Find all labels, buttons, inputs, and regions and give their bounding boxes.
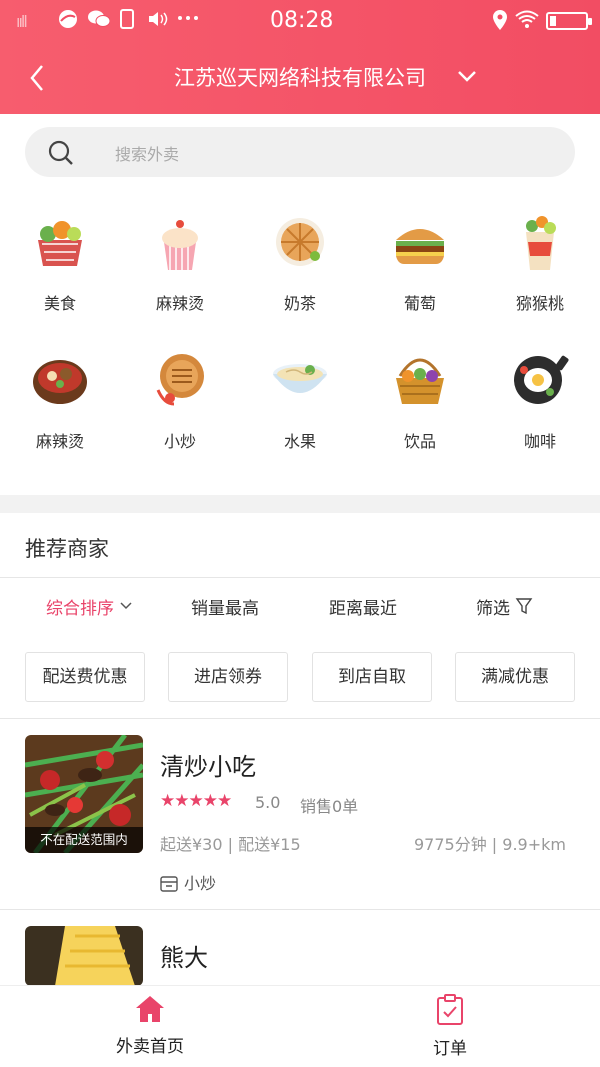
- divider: [0, 577, 600, 578]
- status-time: 08:28: [270, 8, 334, 33]
- chip-pickup[interactable]: 到店自取: [312, 652, 432, 702]
- store-icon: [160, 876, 178, 892]
- status-bar: ııll 08:28: [0, 0, 600, 40]
- burger-icon: [390, 212, 450, 272]
- delivery-fees: 起送¥30 | 配送¥15: [160, 835, 301, 854]
- cupcake-icon: [150, 212, 210, 272]
- category-item-grape[interactable]: 葡萄: [360, 212, 480, 314]
- shop-category: 小炒: [160, 870, 216, 894]
- noodle-bowl-icon: [270, 350, 330, 410]
- tab-home[interactable]: 外卖首页: [90, 994, 210, 1057]
- more-icon: [176, 6, 200, 31]
- clipboard-check-icon: [437, 994, 463, 1025]
- rating-stars: ★★★★★: [160, 791, 232, 811]
- home-icon: [136, 996, 164, 1022]
- sort-distance[interactable]: 距离最近: [329, 594, 397, 619]
- category-item-coffee[interactable]: 咖啡: [480, 350, 600, 452]
- fried-egg-pan-icon: [510, 350, 570, 410]
- search-placeholder: 搜索外卖: [115, 145, 180, 164]
- shop-image: 不在配送范围内: [25, 735, 143, 853]
- pie-icon: [150, 350, 210, 410]
- chevron-down-icon[interactable]: [455, 66, 479, 86]
- sales-count: 销售0单: [300, 797, 359, 816]
- sort-sales[interactable]: 销量最高: [191, 594, 259, 619]
- filter-icon: [516, 598, 533, 615]
- category-item-milktea[interactable]: 奶茶: [240, 212, 360, 314]
- fruit-basket-icon: [390, 350, 450, 410]
- bottom-nav: 外卖首页 订单: [0, 985, 600, 1067]
- location-icon: [492, 9, 508, 36]
- wrap-icon: [510, 212, 570, 272]
- browser-icon: [58, 9, 78, 34]
- search-bar[interactable]: 搜索外卖: [25, 127, 575, 177]
- section-title: 推荐商家: [25, 537, 109, 561]
- signal-icon: ııll: [16, 12, 28, 31]
- chip-delivery-discount[interactable]: 配送费优惠: [25, 652, 145, 702]
- pancake-icon: [270, 212, 330, 272]
- food-basket-icon: [30, 212, 90, 272]
- category-item-malatang[interactable]: 麻辣烫: [120, 212, 240, 314]
- phone-icon: [120, 9, 134, 34]
- sort-default[interactable]: 综合排序: [46, 594, 133, 619]
- chevron-down-icon: [120, 602, 132, 610]
- divider: [0, 909, 600, 910]
- tab-orders[interactable]: 订单: [390, 994, 510, 1059]
- page-title[interactable]: 江苏巡天网络科技有限公司: [0, 62, 600, 92]
- app-header: ııll 08:28 江苏巡天网络科技有限公司: [0, 0, 600, 114]
- category-item-fruit[interactable]: 水果: [240, 350, 360, 452]
- chip-coupon[interactable]: 进店领券: [168, 652, 288, 702]
- category-item-kiwi[interactable]: 猕猴桃: [480, 212, 600, 314]
- wechat-icon: [88, 9, 111, 34]
- volume-icon: [147, 9, 169, 34]
- category-item-drinks[interactable]: 饮品: [360, 350, 480, 452]
- section-divider: [0, 495, 600, 513]
- category-item-malatang-2[interactable]: 麻辣烫: [0, 350, 120, 452]
- out-of-range-badge: 不在配送范围内: [25, 827, 143, 853]
- category-item-food[interactable]: 美食: [0, 212, 120, 314]
- shop-image: [25, 926, 143, 986]
- rating-value: 5.0: [255, 793, 281, 812]
- category-item-stirfry[interactable]: 小炒: [120, 350, 240, 452]
- battery-icon: [546, 12, 592, 30]
- shop-name: 清炒小吃: [160, 753, 256, 781]
- hotpot-icon: [30, 350, 90, 410]
- shop-name: 熊大: [160, 944, 208, 972]
- chip-full-reduction[interactable]: 满减优惠: [455, 652, 575, 702]
- divider: [0, 718, 600, 719]
- search-icon: [47, 139, 75, 167]
- wifi-icon: [514, 9, 540, 34]
- distance-info: 9775分钟 | 9.9+km: [414, 835, 566, 854]
- filter-button[interactable]: 筛选: [476, 594, 533, 619]
- sort-bar: 综合排序 销量最高 距离最近 筛选: [0, 594, 600, 622]
